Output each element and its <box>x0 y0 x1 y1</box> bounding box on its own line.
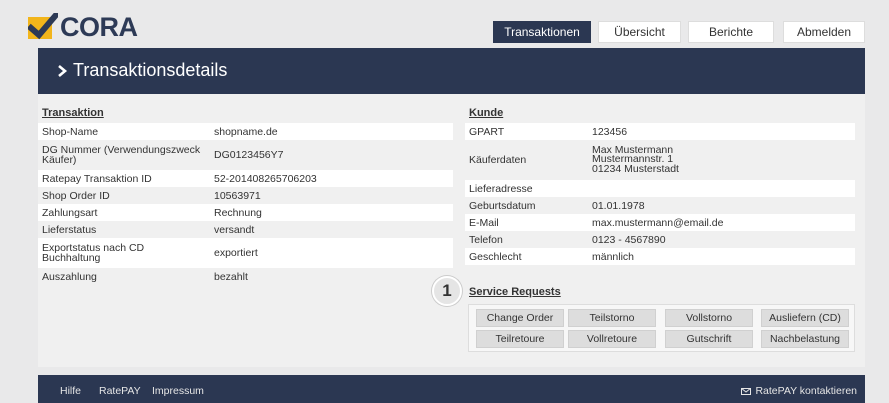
chevron-right-icon <box>55 62 69 80</box>
row-key: DG Nummer (Verwendungszweck Käufer) <box>42 144 201 166</box>
cora-logo[interactable]: CORA <box>26 10 138 42</box>
nachbelastung-button[interactable]: Nachbelastung <box>761 330 849 348</box>
row-key: Geschlecht <box>469 250 522 263</box>
vollretoure-button[interactable]: Vollretoure <box>568 330 656 348</box>
table-row: E-Mail max.mustermann@email.de <box>465 214 855 231</box>
row-key: Telefon <box>469 233 503 246</box>
logo-text: CORA <box>60 11 138 42</box>
footer-link-hilfe[interactable]: Hilfe <box>60 385 81 397</box>
table-row: Geschlecht männlich <box>465 248 855 265</box>
checkmark-logo-icon <box>26 10 61 41</box>
row-value: 10563971 <box>214 189 261 202</box>
row-key: Käuferdaten <box>469 154 527 166</box>
teilretoure-button[interactable]: Teilretoure <box>476 330 564 348</box>
table-row: Lieferstatus versandt <box>38 221 453 238</box>
table-row: Ratepay Transaktion ID 52-20140826570620… <box>38 170 453 187</box>
row-value: shopname.de <box>214 125 278 138</box>
gutschrift-button[interactable]: Gutschrift <box>665 330 753 348</box>
row-value: 52-201408265706203 <box>214 172 317 185</box>
row-key: Lieferadresse <box>469 182 533 195</box>
page-title: Transaktionsdetails <box>73 60 228 80</box>
table-row: Käuferdaten Max Mustermann Mustermannstr… <box>465 140 855 180</box>
nav-uebersicht[interactable]: Übersicht <box>598 21 681 43</box>
nav-abmelden[interactable]: Abmelden <box>783 21 865 43</box>
footer-link-impressum[interactable]: Impressum <box>152 385 204 397</box>
vollstorno-button[interactable]: Vollstorno <box>665 309 753 327</box>
ausliefern-cd-button[interactable]: Ausliefern (CD) <box>761 309 849 327</box>
table-row: GPART 123456 <box>465 123 855 140</box>
contact-link[interactable]: RatePAY kontaktieren <box>741 385 857 397</box>
row-key: Auszahlung <box>42 270 97 283</box>
service-requests-heading: Service Requests <box>469 286 561 298</box>
row-key: Exportstatus nach CD Buchhaltung <box>42 242 145 264</box>
row-key: E-Mail <box>469 216 499 229</box>
row-key: Shop-Name <box>42 125 99 138</box>
row-key: Shop Order ID <box>42 189 110 202</box>
table-row: DG Nummer (Verwendungszweck Käufer) DG01… <box>38 140 453 170</box>
teilstorno-button[interactable]: Teilstorno <box>568 309 656 327</box>
details-panel: Transaktion Shop-Name shopname.de DG Num… <box>38 94 865 367</box>
row-value: 0123 - 4567890 <box>592 233 666 246</box>
change-order-button[interactable]: Change Order <box>476 309 564 327</box>
step-badge: 1 <box>432 276 462 306</box>
row-value: Max Mustermann Mustermannstr. 1 01234 Mu… <box>592 143 679 175</box>
row-key: Ratepay Transaktion ID <box>42 172 152 185</box>
row-value: exportiert <box>214 247 258 259</box>
row-value: männlich <box>592 250 635 263</box>
page-header: Transaktionsdetails <box>38 48 865 94</box>
row-value: versandt <box>214 223 255 236</box>
footer-link-ratepay[interactable]: RatePAY <box>99 385 141 397</box>
contact-label: RatePAY kontaktieren <box>755 385 857 397</box>
table-row: Shop-Name shopname.de <box>38 123 453 140</box>
mail-icon <box>741 387 752 395</box>
table-row: Zahlungsart Rechnung <box>38 204 453 221</box>
row-key: Geburtsdatum <box>469 199 536 212</box>
nav-berichte[interactable]: Berichte <box>688 21 774 43</box>
row-key: GPART <box>469 125 505 138</box>
row-value: DG0123456Y7 <box>214 149 284 161</box>
page-title-wrap: Transaktionsdetails <box>55 60 227 81</box>
row-key: Lieferstatus <box>42 223 97 236</box>
nav-transaktionen[interactable]: Transaktionen <box>493 21 591 43</box>
table-row: Shop Order ID 10563971 <box>38 187 453 204</box>
table-row: Exportstatus nach CD Buchhaltung exporti… <box>38 238 453 268</box>
service-requests-box: Change Order Teilstorno Vollstorno Ausli… <box>468 304 855 352</box>
transaktion-heading: Transaktion <box>42 107 104 119</box>
row-value: 01.01.1978 <box>592 199 645 212</box>
table-row: Geburtsdatum 01.01.1978 <box>465 197 855 214</box>
kunde-heading: Kunde <box>469 107 504 119</box>
row-value: Rechnung <box>214 206 262 219</box>
row-value: 123456 <box>592 125 628 138</box>
row-value: max.mustermann@email.de <box>592 216 724 229</box>
table-row: Telefon 0123 - 4567890 <box>465 231 855 248</box>
row-key: Zahlungsart <box>42 206 98 219</box>
table-row: Lieferadresse <box>465 180 855 197</box>
footer: Hilfe RatePAY Impressum RatePAY kontakti… <box>38 375 865 403</box>
table-row: Auszahlung bezahlt <box>38 268 453 285</box>
row-value: bezahlt <box>214 270 248 283</box>
